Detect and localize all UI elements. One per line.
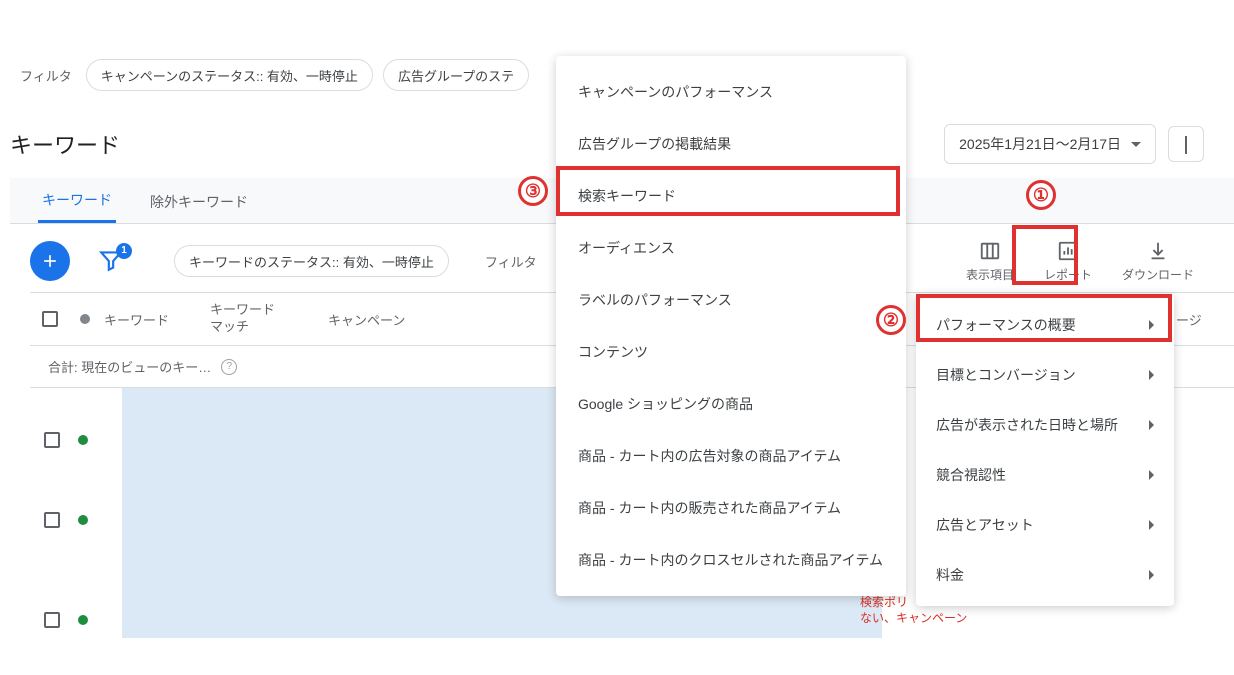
chevron-right-icon bbox=[1149, 470, 1154, 480]
filter-funnel-button[interactable]: 1 bbox=[98, 247, 124, 276]
row-status-dot bbox=[78, 435, 88, 445]
report-button[interactable]: レポート bbox=[1044, 240, 1092, 283]
chevron-right-icon bbox=[1149, 570, 1154, 580]
status-column-dot bbox=[70, 314, 100, 324]
chevron-right-icon bbox=[1149, 320, 1154, 330]
filter-chip-keyword-status[interactable]: キーワードのステータス:: 有効、一時停止 bbox=[174, 245, 449, 277]
menu-item-content[interactable]: コンテンツ bbox=[556, 326, 906, 378]
columns-button[interactable]: 表示項目 bbox=[966, 240, 1014, 283]
menu-item-label: 料金 bbox=[936, 565, 964, 585]
menu-item-audience[interactable]: オーディエンス bbox=[556, 222, 906, 274]
caret-down-icon bbox=[1131, 142, 1141, 147]
row-checkbox[interactable] bbox=[44, 432, 60, 448]
row-checkbox[interactable] bbox=[44, 512, 60, 528]
menu-item-campaign-performance[interactable]: キャンペーンのパフォーマンス bbox=[556, 66, 906, 118]
col-keyword[interactable]: キーワード bbox=[100, 310, 210, 329]
table-row[interactable] bbox=[30, 590, 88, 650]
table-row[interactable] bbox=[30, 410, 88, 470]
menu-item-label: 広告とアセット bbox=[936, 515, 1034, 535]
menu-item-label-performance[interactable]: ラベルのパフォーマンス bbox=[556, 274, 906, 326]
menu-item-goals-conversions[interactable]: 目標とコンバージョン bbox=[916, 350, 1174, 400]
filter-chip-adgroup-status[interactable]: 広告グループのステ bbox=[383, 59, 529, 91]
menu-item-performance-overview[interactable]: パフォーマンスの概要 bbox=[916, 300, 1174, 350]
menu-item-cart-crosssell-items[interactable]: 商品 - カート内のクロスセルされた商品アイテム bbox=[556, 534, 906, 586]
menu-item-competitive-visibility[interactable]: 競合視認性 bbox=[916, 450, 1174, 500]
tab-keywords[interactable]: キーワード bbox=[38, 178, 116, 223]
filter-label: フィルタ bbox=[20, 66, 72, 85]
filter-chip-campaign-status[interactable]: キャンペーンのステータス:: 有効、一時停止 bbox=[86, 59, 373, 91]
summary-text: 合計: 現在のビューのキー… bbox=[48, 357, 211, 376]
row-checkbox[interactable] bbox=[44, 612, 60, 628]
plus-icon bbox=[40, 251, 60, 271]
chevron-right-icon bbox=[1149, 420, 1154, 430]
menu-item-label: 目標とコンバージョン bbox=[936, 365, 1076, 385]
menu-item-label: パフォーマンスの概要 bbox=[936, 315, 1076, 335]
col-campaign[interactable]: キャンペーン bbox=[328, 310, 478, 329]
select-all-checkbox[interactable] bbox=[30, 311, 70, 327]
add-keyword-button[interactable] bbox=[30, 241, 70, 281]
menu-item-label: 広告が表示された日時と場所 bbox=[936, 415, 1118, 435]
download-label: ダウンロード bbox=[1122, 266, 1194, 283]
download-icon bbox=[1147, 240, 1169, 262]
chevron-left-icon bbox=[1185, 136, 1187, 152]
menu-item-fees[interactable]: 料金 bbox=[916, 550, 1174, 600]
menu-item-cart-sold-items[interactable]: 商品 - カート内の販売された商品アイテム bbox=[556, 482, 906, 534]
menu-item-ads-assets[interactable]: 広告とアセット bbox=[916, 500, 1174, 550]
col-right-snippet: ージ bbox=[1176, 310, 1202, 329]
menu-item-shopping-products[interactable]: Google ショッピングの商品 bbox=[556, 378, 906, 430]
tab-negative-keywords[interactable]: 除外キーワード bbox=[146, 180, 252, 222]
chevron-right-icon bbox=[1149, 370, 1154, 380]
date-range-text: 2025年1月21日～2月17日 bbox=[959, 134, 1121, 154]
prev-range-button[interactable] bbox=[1168, 126, 1204, 162]
row-status-dot bbox=[78, 515, 88, 525]
report-submenu: キャンペーンのパフォーマンス 広告グループの掲載結果 検索キーワード オーディエ… bbox=[556, 56, 906, 596]
columns-label: 表示項目 bbox=[966, 266, 1014, 283]
funnel-badge: 1 bbox=[116, 243, 132, 259]
table-row[interactable] bbox=[30, 490, 88, 550]
columns-icon bbox=[979, 240, 1001, 262]
page-title: キーワード bbox=[10, 128, 120, 160]
download-button[interactable]: ダウンロード bbox=[1122, 240, 1194, 283]
date-area: 2025年1月21日～2月17日 bbox=[944, 124, 1204, 164]
date-range-picker[interactable]: 2025年1月21日～2月17日 bbox=[944, 124, 1156, 164]
chevron-right-icon bbox=[1149, 520, 1154, 530]
toolbar-right: 表示項目 レポート ダウンロード bbox=[966, 240, 1194, 283]
row-status-dot bbox=[78, 615, 88, 625]
policy-line2: ない、キャンペーン bbox=[860, 611, 967, 627]
menu-item-search-keywords[interactable]: 検索キーワード bbox=[556, 170, 906, 222]
barchart-icon bbox=[1057, 240, 1079, 262]
col-match-type[interactable]: キーワード マッチ bbox=[210, 302, 328, 336]
menu-item-label: 競合視認性 bbox=[936, 465, 1006, 485]
help-icon[interactable]: ? bbox=[221, 359, 237, 375]
menu-item-ad-where-when[interactable]: 広告が表示された日時と場所 bbox=[916, 400, 1174, 450]
report-label: レポート bbox=[1044, 266, 1092, 283]
report-category-menu: パフォーマンスの概要 目標とコンバージョン 広告が表示された日時と場所 競合視認… bbox=[916, 294, 1174, 606]
menu-item-cart-ad-items[interactable]: 商品 - カート内の広告対象の商品アイテム bbox=[556, 430, 906, 482]
app-stage: フィルタ キャンペーンのステータス:: 有効、一時停止 広告グループのステ キー… bbox=[0, 0, 1234, 675]
toolbar-filter-label: フィルタ bbox=[485, 252, 537, 271]
menu-item-adgroup-results[interactable]: 広告グループの掲載結果 bbox=[556, 118, 906, 170]
